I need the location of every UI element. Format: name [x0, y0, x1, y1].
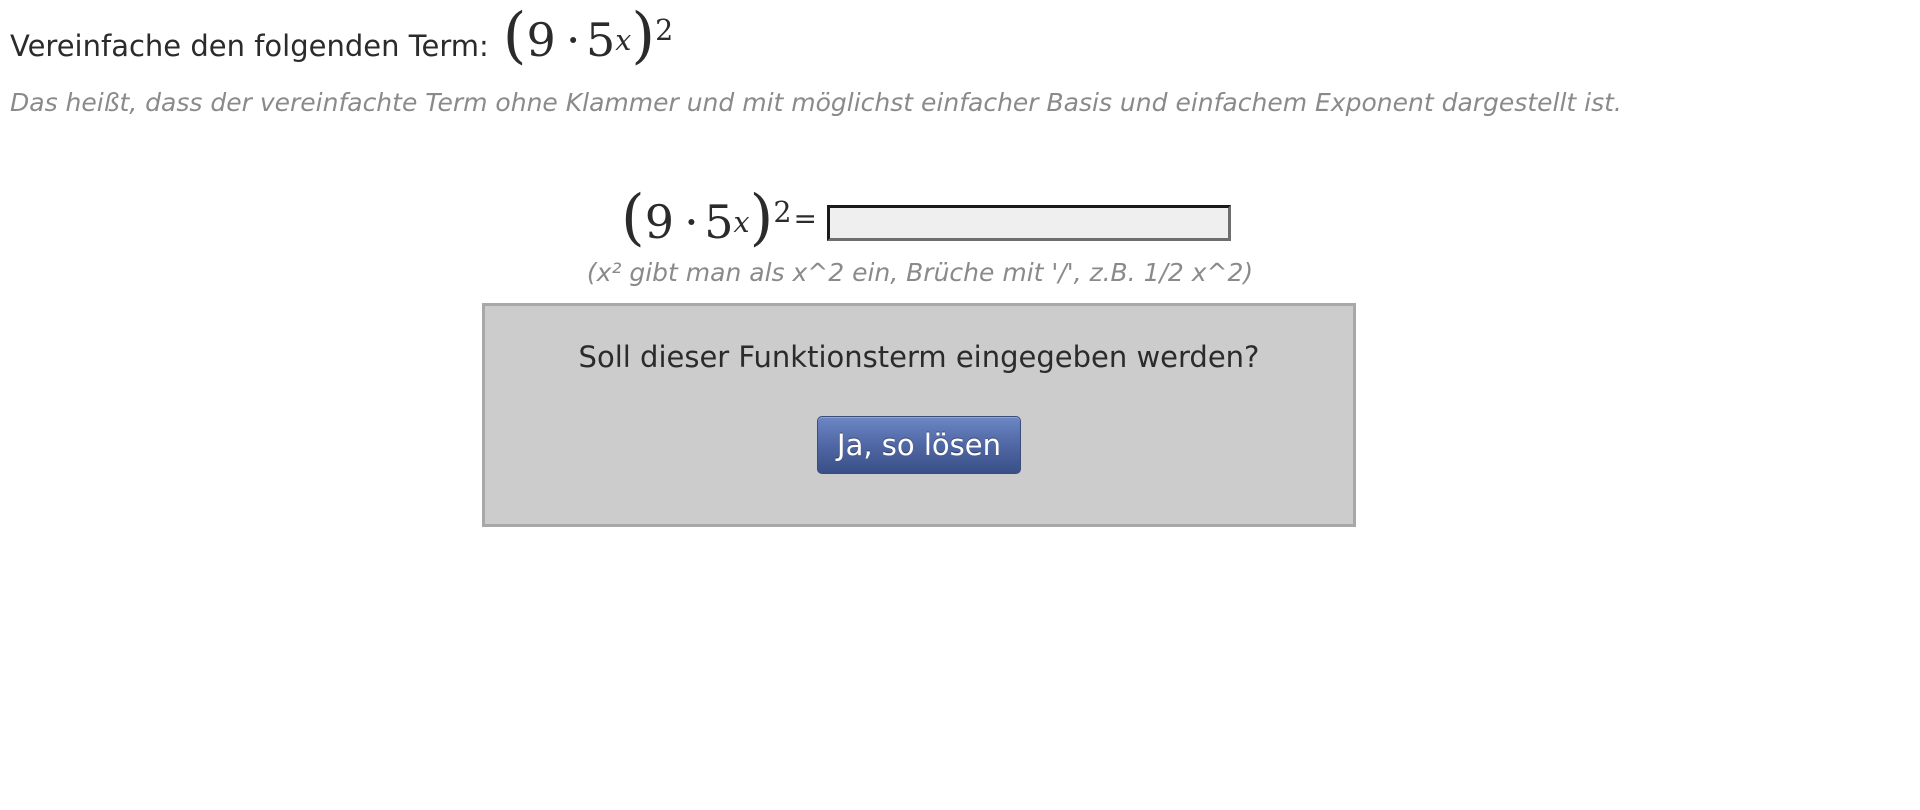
- eq-coefficient: 9: [644, 195, 674, 249]
- eq-open-paren: (: [621, 183, 645, 253]
- term-outer-exponent: 2: [655, 14, 674, 48]
- solve-button[interactable]: Ja, so lösen: [817, 416, 1021, 474]
- task-term: (9 · 5 x) 2: [503, 6, 673, 67]
- exercise-page: Vereinfache den folgenden Term: (9 · 5 x) 2 …: [0, 0, 1920, 810]
- task-instruction: Vereinfache den folgenden Term:: [10, 29, 489, 63]
- confirm-box: Soll dieser Funktionsterm eingegeben wer…: [482, 303, 1356, 527]
- eq-inner-exponent: x: [733, 206, 750, 240]
- eq-outer-exponent: 2: [773, 196, 792, 230]
- task-hint: Das heißt, dass der vereinfachte Term oh…: [10, 88, 1622, 117]
- equals-sign: =: [793, 202, 817, 235]
- answer-input[interactable]: [826, 204, 1231, 241]
- eq-close-paren: ): [749, 183, 774, 253]
- input-format-hint: (x² gibt man als x^2 ein, Brüche mit '/'…: [586, 258, 1254, 287]
- term-coefficient: 9: [526, 13, 556, 67]
- term-base: 5: [586, 13, 616, 67]
- equation-term: (9 · 5 x) 2: [621, 188, 791, 249]
- term-dot: ·: [565, 13, 581, 67]
- term-inner-exponent: x: [615, 24, 632, 58]
- eq-base: 5: [704, 195, 734, 249]
- term-open-paren: (: [502, 1, 527, 71]
- task-line: Vereinfache den folgenden Term: (9 · 5 x) 2: [10, 6, 673, 67]
- confirm-question: Soll dieser Funktionsterm eingegeben wer…: [578, 340, 1260, 374]
- equation-row: (9 · 5 x) 2 =: [621, 188, 1231, 249]
- eq-dot: ·: [684, 195, 699, 249]
- term-close-paren: ): [631, 1, 656, 71]
